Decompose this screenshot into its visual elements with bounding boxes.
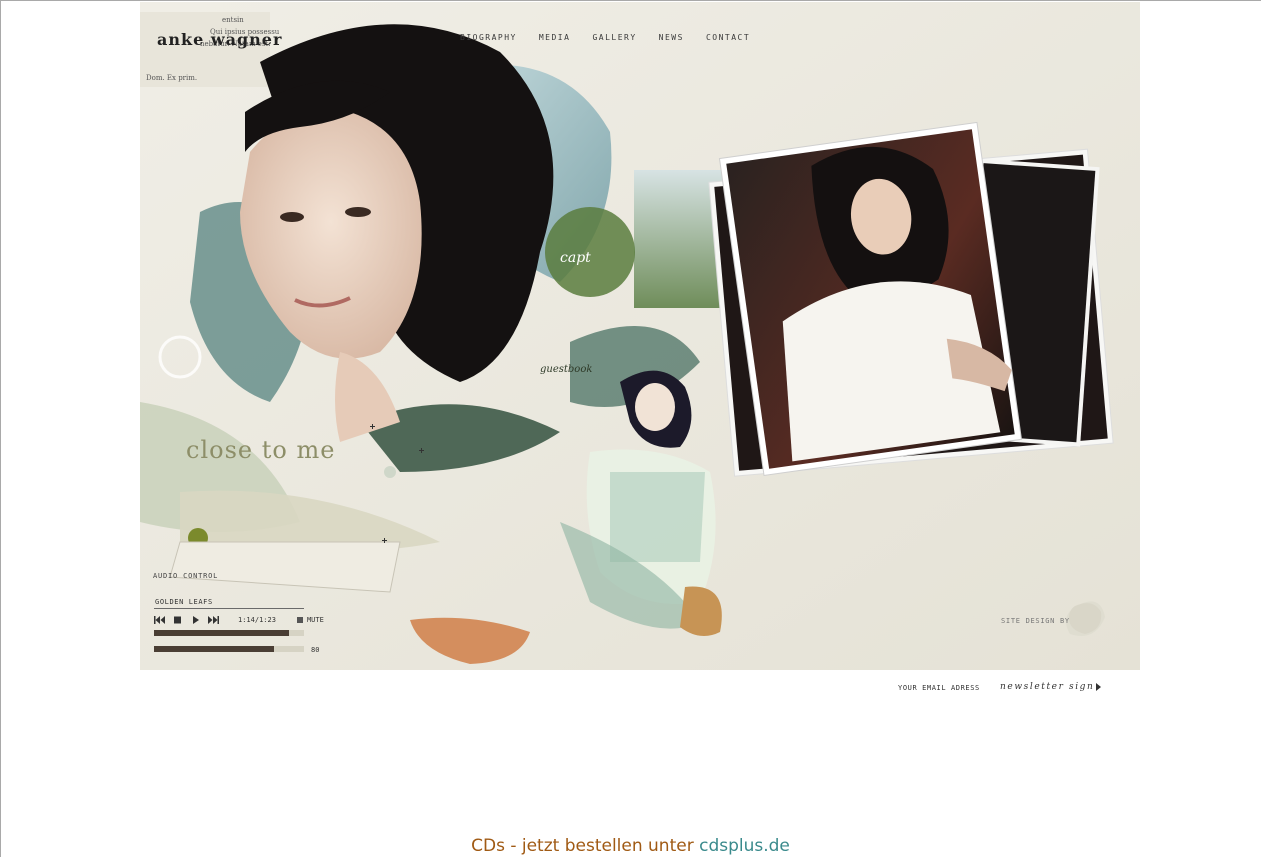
caption-label: capt [560,250,591,266]
audio-control-label: AUDIO CONTROL [153,572,219,580]
play-icon[interactable] [190,615,201,625]
playback-progress-bar[interactable] [154,630,304,636]
nav-contact[interactable]: CONTACT [706,33,750,42]
album-title: close to me [186,436,336,464]
window-border-top [0,0,1261,1]
site-logo[interactable]: anke wagner [157,30,282,49]
footer-text: CDs - jetzt bestellen unter [471,836,694,856]
flash-stage: entsin Qui ipsius possessu nebatur. Natam… [140,2,1140,670]
volume-fill [154,646,274,652]
next-track-icon[interactable] [208,615,219,625]
cdsplus-link[interactable]: cdsplus.de [699,836,790,856]
volume-slider[interactable] [154,646,304,652]
main-nav: BIOGRAPHY MEDIA GALLERY NEWS CONTACT [460,33,772,42]
designer-logo-icon[interactable] [1065,600,1105,636]
svg-text:entsin: entsin [222,16,244,24]
mute-label: MUTE [306,616,324,624]
track-title: GOLDEN LEAFS [155,598,213,606]
playback-progress-fill [154,630,289,636]
email-field-label[interactable]: YOUR EMAIL ADRESS [898,684,980,692]
newsletter-sign-button[interactable]: newsletter sign [1000,682,1094,692]
previous-track-icon[interactable] [154,615,165,625]
track-divider [154,608,304,609]
volume-value: 80 [311,646,320,654]
svg-text:Dom. Ex prim.: Dom. Ex prim. [146,74,197,82]
player-controls: 1:14/1:23 MUTE [154,615,324,625]
site-design-credit: SITE DESIGN BY [1001,617,1070,625]
nav-news[interactable]: NEWS [659,33,684,42]
nav-gallery[interactable]: GALLERY [592,33,636,42]
nav-biography[interactable]: BIOGRAPHY [460,33,517,42]
guestbook-link[interactable]: guestbook [540,364,592,375]
collage-artwork: entsinQui ipsius possessu nebatur. Natam… [140,2,1140,670]
window-border-left [0,0,1,857]
arrow-right-icon[interactable] [1096,683,1101,691]
nav-media[interactable]: MEDIA [539,33,571,42]
track-time: 1:14/1:23 [238,616,276,624]
footer: CDs - jetzt bestellen unter cdsplus.de [0,836,1261,856]
mute-checkbox[interactable] [296,617,303,623]
stop-icon[interactable] [172,615,183,625]
